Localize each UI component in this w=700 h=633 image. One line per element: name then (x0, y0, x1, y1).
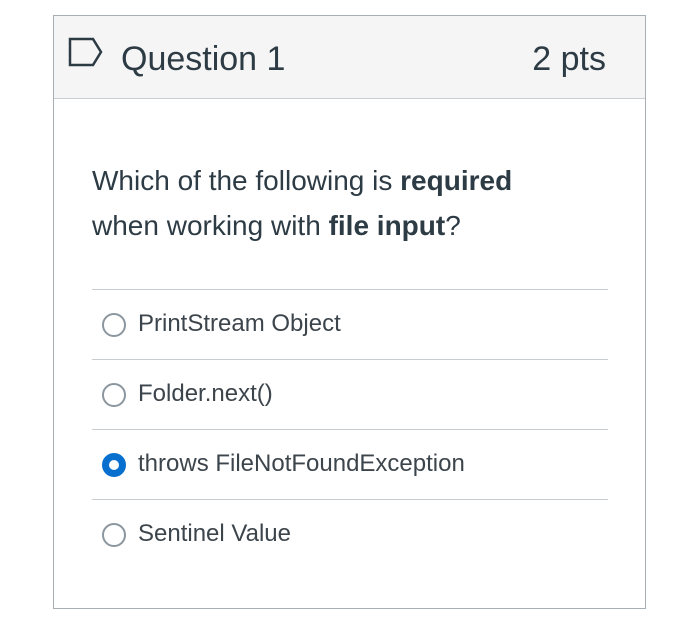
answer-option[interactable]: throws FileNotFoundException (92, 429, 608, 499)
question-text-part: when working with (92, 210, 329, 241)
question-text-part: ? (445, 210, 461, 241)
quiz-question-card: Question 1 2 pts Which of the following … (53, 15, 646, 609)
answer-option[interactable]: Sentinel Value (92, 499, 608, 569)
question-text: Which of the following is required when … (92, 158, 612, 248)
question-text-bold: file input (328, 210, 446, 241)
question-text-part: Which of the following is (92, 165, 401, 196)
radio-button[interactable] (102, 453, 126, 477)
answer-option[interactable]: PrintStream Object (92, 289, 608, 359)
question-text-bold: required (400, 165, 513, 196)
answer-list: PrintStream Object Folder.next() throws … (92, 289, 608, 569)
radio-button[interactable] (102, 313, 126, 337)
answer-label[interactable]: Folder.next() (138, 378, 273, 410)
answer-label[interactable]: Sentinel Value (138, 518, 291, 550)
radio-button[interactable] (102, 523, 126, 547)
answer-label[interactable]: throws FileNotFoundException (138, 448, 465, 480)
radio-button[interactable] (102, 383, 126, 407)
answer-option[interactable]: Folder.next() (92, 359, 608, 429)
question-title: Question 1 (121, 40, 286, 78)
question-header: Question 1 2 pts (54, 16, 645, 99)
flag-icon[interactable] (68, 37, 104, 67)
answer-label[interactable]: PrintStream Object (138, 308, 341, 340)
question-points: 2 pts (532, 40, 606, 78)
